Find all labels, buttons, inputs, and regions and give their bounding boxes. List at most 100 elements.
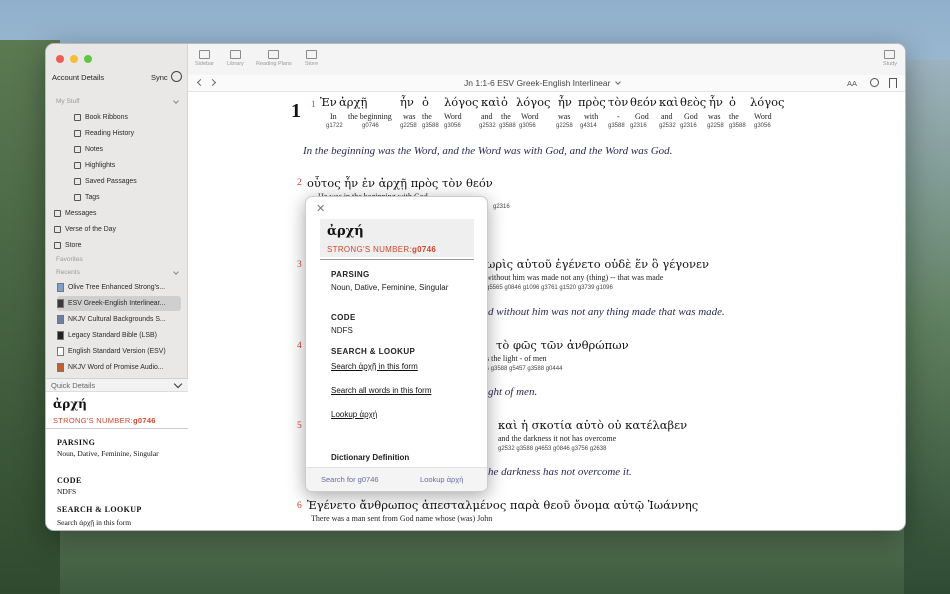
greek-word[interactable]: θεόν: [630, 95, 657, 109]
greek-word[interactable]: ἦν: [709, 95, 723, 109]
greek-word[interactable]: ἀρχῇ: [339, 95, 367, 109]
greek-word[interactable]: καὶ: [659, 95, 678, 109]
strongs-number-link[interactable]: g3056: [444, 123, 461, 129]
strongs-number-link[interactable]: g3588: [729, 123, 746, 129]
english-gloss: was: [558, 112, 571, 121]
greek-word[interactable]: θεὸς: [680, 95, 706, 109]
strongs-number-link[interactable]: g4314: [580, 123, 597, 129]
strongs-number-link[interactable]: g1722: [326, 123, 343, 129]
chevron-down-icon[interactable]: [173, 269, 179, 275]
recent-book-item[interactable]: Olive Tree Enhanced Strong's...: [57, 280, 181, 295]
greek-line[interactable]: καὶ ἡ σκοτία αὐτὸ οὐ κατέλαβεν: [498, 418, 687, 432]
search-icon[interactable]: [870, 78, 879, 87]
verse-number: 1: [311, 100, 316, 110]
favorites-header[interactable]: Favorites: [56, 256, 83, 263]
close-icon[interactable]: ✕: [316, 202, 325, 215]
greek-word[interactable]: τὸν: [608, 95, 628, 109]
sync-button[interactable]: Sync: [151, 73, 168, 82]
bookmark-icon[interactable]: [889, 78, 897, 88]
sidebar-item-notes[interactable]: Notes: [74, 142, 103, 156]
greek-word[interactable]: λόγος: [516, 95, 550, 109]
sidebar-item-book-ribbons[interactable]: Book Ribbons: [74, 110, 128, 124]
greek-word[interactable]: Ἐν: [320, 95, 337, 109]
parsing-label: PARSING: [57, 438, 96, 447]
library-button[interactable]: Library: [227, 50, 244, 67]
sidebar-item-verse-of-the-day[interactable]: Verse of the Day: [54, 222, 116, 236]
greek-line[interactable]: Ἐγένετο ἄνθρωπος ἀπεσταλμένος παρὰ θεοῦ …: [307, 498, 698, 512]
reading-plans-icon: [268, 50, 280, 59]
back-arrow-icon[interactable]: [196, 78, 205, 87]
strongs-number-link[interactable]: g2532: [479, 123, 496, 129]
lookup-link[interactable]: Lookup ἀρχή: [331, 410, 377, 419]
recents-header[interactable]: Recents: [56, 269, 80, 276]
search-in-form-link[interactable]: Search ἀρχῇ in this form: [331, 362, 418, 371]
word-detail-popover: ✕ ἀρχή STRONG'S NUMBER:g0746 PARSING Nou…: [305, 196, 488, 492]
strongs-number-link[interactable]: g2258: [400, 123, 417, 129]
strongs-number-link[interactable]: g2316: [680, 123, 697, 129]
verse-translation: he darkness has not overcome it.: [488, 466, 632, 478]
strongs-number-link[interactable]: g3588: [499, 123, 516, 129]
strongs-number-link[interactable]: g3056: [754, 123, 771, 129]
chevron-down-icon[interactable]: [173, 379, 183, 389]
recent-book-item[interactable]: ESV Greek-English Interlinear...: [57, 296, 181, 311]
quick-details-title: Quick Details: [51, 381, 96, 390]
greek-word[interactable]: λόγος: [444, 95, 478, 109]
zoom-window-button[interactable]: [84, 55, 92, 63]
account-details-link[interactable]: Account Details: [52, 73, 104, 82]
sidebar-item-reading-history[interactable]: Reading History: [74, 126, 134, 140]
sidebar-button[interactable]: Sidebar: [195, 50, 214, 67]
strongs-number-link[interactable]: g3588: [608, 123, 625, 129]
recent-book-item[interactable]: NKJV Cultural Backgrounds S...: [57, 312, 181, 327]
greek-word[interactable]: ἦν: [558, 95, 572, 109]
recent-book-item[interactable]: NKJV Word of Promise Audio...: [57, 360, 181, 375]
greek-word[interactable]: ὁ: [729, 95, 736, 109]
text-size-button[interactable]: AA: [847, 79, 857, 88]
greek-line[interactable]: οὗτος ἦν ἐν ἀρχῇ πρὸς τὸν θεόν: [307, 176, 493, 190]
sync-icon[interactable]: [171, 71, 182, 82]
passage-title-dropdown[interactable]: Jn 1:1-6 ESV Greek-English Interlinear: [464, 78, 621, 88]
greek-word[interactable]: ἦν: [400, 95, 414, 109]
minimize-window-button[interactable]: [70, 55, 78, 63]
strongs-number-link[interactable]: g2258: [707, 123, 724, 129]
calendar-icon: [54, 225, 61, 233]
strongs-number-link[interactable]: g0746: [362, 123, 379, 129]
reading-plans-button[interactable]: Reading Plans: [256, 50, 292, 67]
english-gloss: the: [729, 112, 739, 121]
lookup-button[interactable]: Lookup ἀρχή: [420, 475, 463, 484]
quick-details-header[interactable]: Quick Details: [46, 379, 188, 392]
greek-word[interactable]: λόγος: [750, 95, 784, 109]
forward-arrow-icon[interactable]: [208, 78, 217, 87]
tag-icon: [74, 193, 81, 201]
sidebar-item-messages[interactable]: Messages: [54, 206, 96, 220]
greek-line[interactable]: ωρὶς αὐτοῦ ἐγένετο οὐδὲ ἕν ὃ γέγονεν: [486, 257, 709, 271]
search-all-words-link[interactable]: Search all words in this form: [331, 386, 431, 395]
strongs-number-link[interactable]: g2258: [556, 123, 573, 129]
close-window-button[interactable]: [56, 55, 64, 63]
search-lookup-label: SEARCH & LOOKUP: [331, 347, 416, 356]
greek-line[interactable]: τὸ φῶς τῶν ἀνθρώπων: [496, 338, 629, 352]
strongs-number-link[interactable]: g2532: [659, 123, 676, 129]
sidebar-item-tags[interactable]: Tags: [74, 190, 100, 204]
sidebar-item-highlights[interactable]: Highlights: [74, 158, 115, 172]
greek-word[interactable]: ὁ: [501, 95, 508, 109]
my-stuff-header[interactable]: My Stuff: [56, 98, 80, 105]
strongs-number-link[interactable]: g2316: [630, 123, 647, 129]
reader-main: Sidebar Library Reading Plans Store Stud…: [188, 44, 905, 530]
strongs-number-link[interactable]: g3588: [422, 123, 439, 129]
greek-word[interactable]: πρὸς: [578, 95, 606, 109]
search-in-form-link[interactable]: Search ἀρχῇ in this form: [57, 518, 131, 527]
popover-header: ἀρχή STRONG'S NUMBER:g0746: [320, 219, 474, 257]
greek-word[interactable]: καὶ: [481, 95, 500, 109]
search-strongs-button[interactable]: Search for g0746: [321, 475, 379, 484]
chevron-down-icon[interactable]: [173, 98, 179, 104]
greek-word[interactable]: ὁ: [422, 95, 429, 109]
store-button[interactable]: Store: [305, 50, 318, 67]
sidebar-item-store[interactable]: Store: [54, 238, 81, 252]
chevron-down-icon: [615, 79, 621, 85]
recent-book-item[interactable]: English Standard Version (ESV): [57, 344, 181, 359]
strongs-number-link[interactable]: g3056: [519, 123, 536, 129]
english-gloss: Word: [444, 112, 462, 121]
sidebar-item-saved-passages[interactable]: Saved Passages: [74, 174, 137, 188]
recent-book-item[interactable]: Legacy Standard Bible (LSB): [57, 328, 181, 343]
study-button[interactable]: Study: [883, 50, 897, 67]
